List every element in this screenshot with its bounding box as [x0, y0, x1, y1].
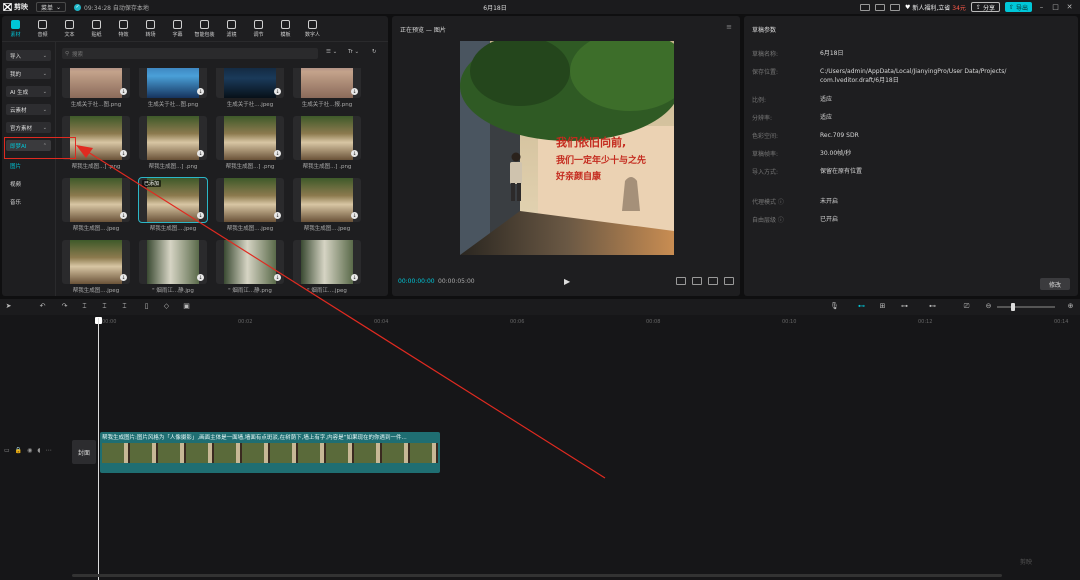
- annotation-arrow: [76, 145, 606, 479]
- app-window: 剪映 菜单 ⌄ ✓ 09:34:28 自动保存本地 6月18日 ♥ 新人福利,立…: [0, 0, 1080, 580]
- annotation-arrowhead: [76, 145, 93, 158]
- annotation-arrow-line: [87, 151, 606, 479]
